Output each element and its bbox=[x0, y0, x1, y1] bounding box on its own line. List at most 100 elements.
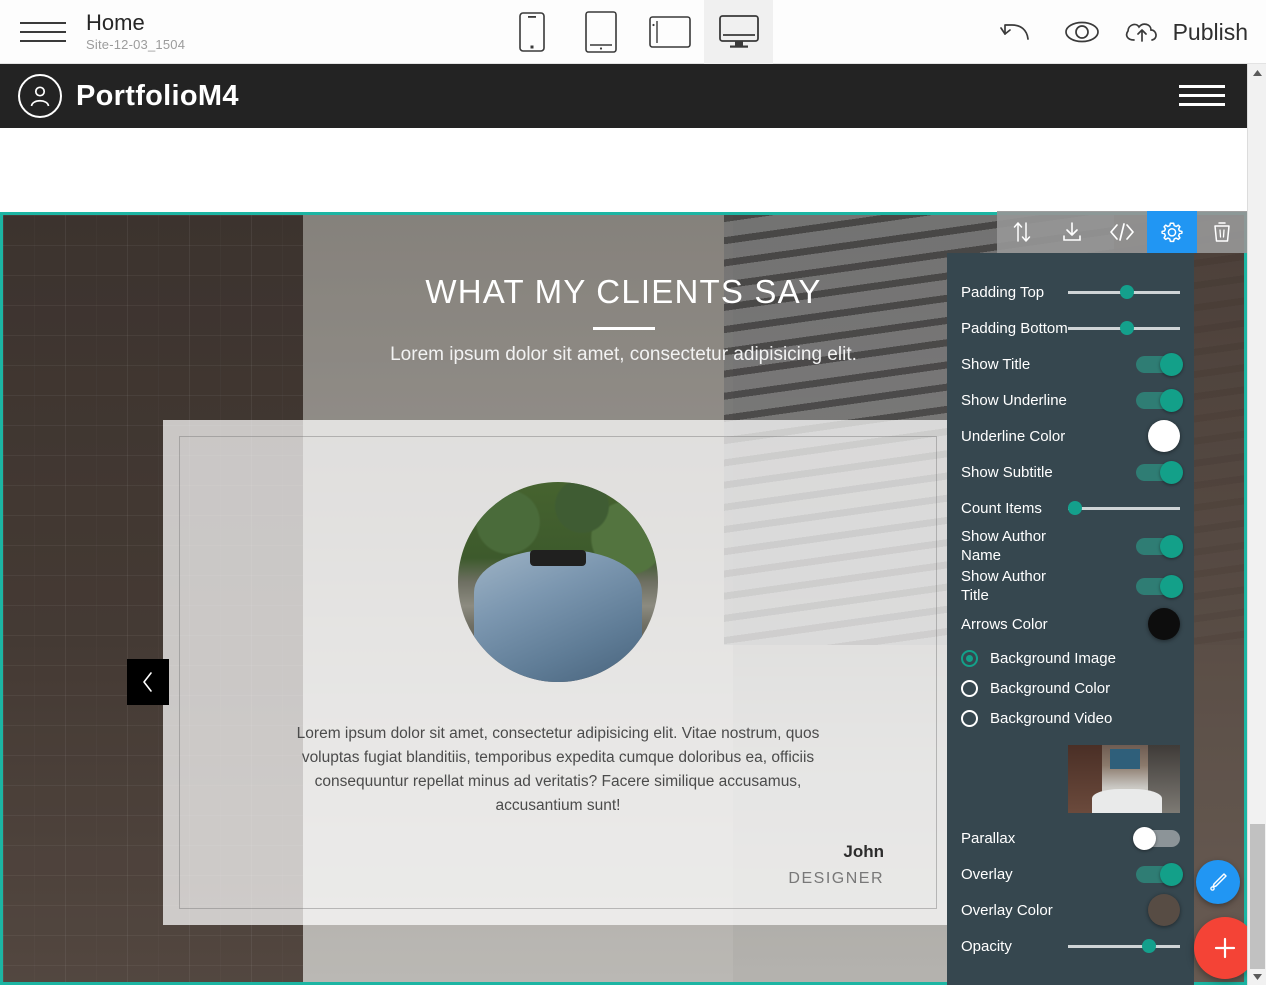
title-underline bbox=[592, 327, 655, 330]
edit-code-button[interactable] bbox=[1097, 211, 1147, 253]
scroll-down-button[interactable] bbox=[1248, 968, 1266, 985]
option-background-image[interactable]: Background Image bbox=[961, 643, 1180, 673]
option-label: Background Color bbox=[990, 679, 1111, 697]
move-block-button[interactable] bbox=[997, 211, 1047, 253]
download-icon bbox=[1063, 222, 1081, 241]
block-title: WHAT MY CLIENTS SAY bbox=[425, 273, 822, 310]
setting-label: Underline Color bbox=[961, 427, 1066, 445]
testimonial-quote: Lorem ipsum dolor sit amet, consectetur … bbox=[296, 725, 820, 814]
option-background-color[interactable]: Background Color bbox=[961, 673, 1180, 703]
setting-padding-top: Padding Top bbox=[961, 275, 1180, 309]
style-editor-button[interactable] bbox=[1196, 860, 1240, 904]
setting-count-items: Count Items bbox=[961, 491, 1180, 525]
overlay-color-swatch[interactable] bbox=[1148, 894, 1180, 926]
overlay-toggle[interactable] bbox=[1136, 862, 1183, 886]
editor-topbar: Home Site-12-03_1504 Publish bbox=[0, 0, 1266, 64]
count-items-slider[interactable] bbox=[1068, 501, 1180, 515]
scrollbar-thumb[interactable] bbox=[1250, 824, 1265, 969]
setting-show-author-name: Show Author Name bbox=[961, 527, 1183, 565]
trash-icon bbox=[1214, 222, 1230, 242]
cloud-upload-icon bbox=[1125, 23, 1157, 42]
option-label: Background Video bbox=[990, 709, 1113, 727]
publish-button[interactable]: Publish bbox=[1115, 0, 1248, 64]
desktop-icon bbox=[718, 15, 759, 48]
preview-button[interactable] bbox=[1049, 0, 1115, 64]
setting-label: Show Author Title bbox=[961, 568, 1047, 604]
show-subtitle-toggle[interactable] bbox=[1136, 460, 1183, 484]
user-avatar-icon bbox=[18, 74, 62, 118]
radio-icon bbox=[961, 649, 978, 667]
setting-label: Show Subtitle bbox=[961, 463, 1053, 481]
author-name: John bbox=[843, 842, 884, 861]
block-settings-button[interactable] bbox=[1147, 211, 1197, 253]
padding-top-slider[interactable] bbox=[1068, 285, 1180, 299]
background-image-thumbnail[interactable] bbox=[1068, 745, 1180, 813]
brand-name: PortfolioM4 bbox=[76, 79, 239, 112]
radio-icon bbox=[961, 709, 978, 727]
brush-icon bbox=[1210, 873, 1227, 891]
page-identity: Home Site-12-03_1504 bbox=[86, 10, 185, 54]
setting-show-underline: Show Underline bbox=[961, 383, 1183, 417]
site-brand[interactable]: PortfolioM4 bbox=[0, 74, 239, 118]
undo-icon bbox=[999, 24, 1029, 40]
device-tablet-button[interactable] bbox=[566, 0, 635, 64]
device-tablet-landscape-button[interactable] bbox=[635, 0, 704, 64]
show-title-toggle[interactable] bbox=[1136, 352, 1183, 376]
device-desktop-button[interactable] bbox=[704, 0, 773, 64]
setting-arrows-color: Arrows Color bbox=[961, 607, 1180, 641]
block-subtitle: Lorem ipsum dolor sit amet, consectetur … bbox=[390, 344, 857, 365]
plus-icon bbox=[1214, 937, 1236, 959]
show-underline-toggle[interactable] bbox=[1136, 388, 1183, 412]
setting-overlay-color: Overlay Color bbox=[961, 893, 1180, 927]
show-author-title-toggle[interactable] bbox=[1136, 574, 1183, 598]
site-navbar: PortfolioM4 bbox=[0, 64, 1247, 128]
setting-opacity: Opacity bbox=[961, 929, 1180, 963]
eye-icon bbox=[1064, 21, 1099, 43]
delete-block-button[interactable] bbox=[1197, 211, 1247, 253]
download-block-button[interactable] bbox=[1047, 211, 1097, 253]
setting-label: Padding Top bbox=[961, 283, 1045, 301]
testimonial-card-inner: Lorem ipsum dolor sit amet, consectetur … bbox=[179, 436, 937, 909]
publish-label: Publish bbox=[1172, 18, 1248, 45]
background-image-thumbnail-wrap bbox=[961, 745, 1180, 813]
gear-icon bbox=[1161, 222, 1183, 243]
carousel-prev-button[interactable] bbox=[127, 659, 169, 705]
editor-actions: Publish bbox=[983, 0, 1248, 64]
setting-label: Overlay bbox=[961, 865, 1013, 883]
caret-up-icon bbox=[1253, 69, 1262, 76]
setting-label: Parallax bbox=[961, 829, 1016, 847]
block-toolbar bbox=[997, 211, 1247, 253]
site-nav-toggle[interactable] bbox=[1179, 85, 1225, 107]
opacity-slider[interactable] bbox=[1068, 939, 1180, 953]
setting-parallax: Parallax bbox=[961, 821, 1180, 855]
page-title: Home bbox=[86, 9, 145, 35]
scroll-up-button[interactable] bbox=[1248, 64, 1266, 81]
block-settings-panel: Padding Top Padding Bottom Show Title Sh… bbox=[947, 253, 1194, 985]
setting-label: Padding Bottom bbox=[961, 319, 1068, 337]
device-preview-switcher bbox=[497, 0, 773, 64]
parallax-toggle[interactable] bbox=[1133, 826, 1180, 850]
option-label: Background Image bbox=[990, 649, 1116, 667]
code-icon bbox=[1110, 223, 1134, 241]
testimonial-card: Lorem ipsum dolor sit amet, consectetur … bbox=[163, 420, 953, 925]
device-mobile-button[interactable] bbox=[497, 0, 566, 64]
underline-color-swatch[interactable] bbox=[1148, 420, 1180, 452]
chevron-left-icon bbox=[143, 672, 152, 692]
site-name: Site-12-03_1504 bbox=[86, 36, 186, 52]
hamburger-icon bbox=[20, 20, 66, 44]
radio-icon bbox=[961, 679, 978, 697]
setting-show-subtitle: Show Subtitle bbox=[961, 455, 1183, 489]
main-menu-button[interactable] bbox=[0, 0, 86, 64]
page-scrollbar[interactable] bbox=[1247, 64, 1266, 985]
setting-label: Opacity bbox=[961, 937, 1012, 955]
undo-button[interactable] bbox=[983, 0, 1049, 64]
padding-bottom-slider[interactable] bbox=[1068, 321, 1180, 335]
arrows-color-swatch[interactable] bbox=[1148, 608, 1180, 640]
option-background-video[interactable]: Background Video bbox=[961, 703, 1180, 733]
setting-overlay: Overlay bbox=[961, 857, 1183, 891]
mobile-icon bbox=[518, 12, 545, 52]
testimonial-author: John DESIGNER bbox=[180, 842, 936, 888]
show-author-name-toggle[interactable] bbox=[1136, 534, 1183, 558]
setting-padding-bottom: Padding Bottom bbox=[961, 311, 1180, 345]
empty-spacer-block bbox=[0, 128, 1247, 212]
